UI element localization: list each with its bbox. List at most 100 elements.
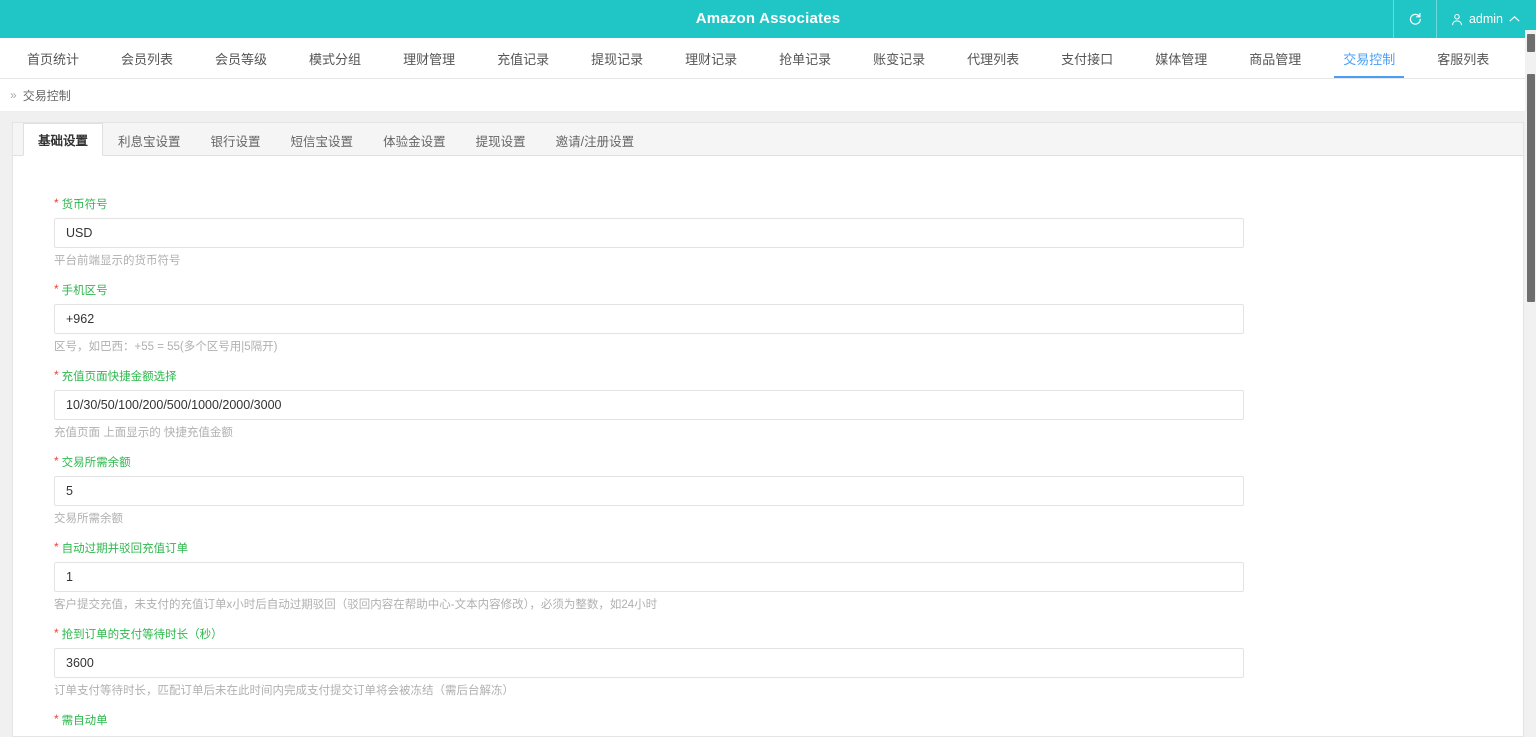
field-label-text: 手机区号 xyxy=(61,285,108,297)
field-input-3[interactable] xyxy=(54,476,1244,506)
settings-tab-4[interactable]: 体验金设置 xyxy=(368,123,461,156)
settings-tab-label: 体验金设置 xyxy=(383,134,446,149)
field-help-1: 区号，如巴西：+55 = 55(多个区号用|5隔开) xyxy=(54,341,278,353)
nav-item-4[interactable]: 理财管理 xyxy=(382,38,476,78)
settings-tab-label: 提现设置 xyxy=(475,134,526,149)
field-help-3: 交易所需余额 xyxy=(54,513,123,525)
settings-tab-3[interactable]: 短信宝设置 xyxy=(276,123,369,156)
field-input-4[interactable] xyxy=(54,562,1244,592)
chevron-up-icon xyxy=(1509,15,1520,23)
user-menu-button[interactable]: admin xyxy=(1435,0,1536,38)
nav-item-label: 充值记录 xyxy=(497,51,550,67)
nav-item-label: 商品管理 xyxy=(1249,51,1302,67)
field-help-2: 充值页面 上面显示的 快捷充值金额 xyxy=(54,427,233,439)
settings-tab-label: 银行设置 xyxy=(210,134,261,149)
form-field-4: *自动过期并驳回充值订单客户提交充值，未支付的充值订单x小时后自动过期驳回（驳回… xyxy=(13,540,1523,612)
nav-item-0[interactable]: 首页统计 xyxy=(6,38,100,78)
field-label-0: * 货币符号 xyxy=(54,197,1523,212)
nav-item-label: 首页统计 xyxy=(27,51,80,67)
scrollbar-thumb-upper[interactable] xyxy=(1527,34,1535,52)
field-input-1[interactable] xyxy=(54,304,1244,334)
nav-item-label: 模式分组 xyxy=(309,51,362,67)
settings-tab-label: 短信宝设置 xyxy=(290,134,354,149)
nav-item-11[interactable]: 支付接口 xyxy=(1040,38,1134,78)
field-label-6: * 需自动单 xyxy=(54,712,1523,728)
form-field-5: *抢到订单的支付等待时长（秒） 订单支付等待时长，匹配订单后未在此时间内完成支付提… xyxy=(13,627,1523,698)
settings-tab-label: 邀请/注册设置 xyxy=(555,134,635,149)
field-label-text: 抢到订单的支付等待时长（秒） xyxy=(61,629,223,641)
field-help-5: 订单支付等待时长，匹配订单后未在此时间内完成支付提交订单将会被冻结（需后台解冻） xyxy=(54,685,514,697)
nav-item-8[interactable]: 抢单记录 xyxy=(758,38,852,78)
required-marker-icon: * xyxy=(54,454,59,468)
settings-tab-0[interactable]: 基础设置 xyxy=(23,123,104,156)
nav-item-6[interactable]: 提现记录 xyxy=(570,38,664,78)
nav-item-14[interactable]: 交易控制 xyxy=(1322,38,1416,78)
content-area: 基础设置 利息宝设置 银行设置 短信宝设置 体验金设置 提现设置 邀请/注册设置 * 货币符号… xyxy=(0,112,1536,737)
nav-item-2[interactable]: 会员等级 xyxy=(194,38,288,78)
nav-item-label: 交易控制 xyxy=(1343,51,1396,67)
nav-item-1[interactable]: 会员列表 xyxy=(100,38,194,78)
refresh-icon xyxy=(1408,12,1422,26)
nav-item-label: 提现记录 xyxy=(591,51,644,67)
settings-tabs: 基础设置 利息宝设置 银行设置 短信宝设置 体验金设置 提现设置 邀请/注册设置 xyxy=(13,123,1523,156)
settings-tab-5[interactable]: 提现设置 xyxy=(461,123,541,156)
nav-item-9[interactable]: 账变记录 xyxy=(852,38,946,78)
nav-item-7[interactable]: 理财记录 xyxy=(664,38,758,78)
page-scrollbar[interactable] xyxy=(1525,0,1536,737)
header-actions: admin xyxy=(1392,0,1536,38)
form-field-1: *手机区号区号，如巴西：+55 = 55(多个区号用|5隔开) xyxy=(13,282,1523,354)
settings-tab-1[interactable]: 利息宝设置 xyxy=(103,123,196,156)
nav-item-3[interactable]: 模式分组 xyxy=(288,38,382,78)
form-field-2: *充值页面快捷金额选择充值页面 上面显示的 快捷充值金额 xyxy=(13,368,1523,440)
field-label-3: * 交易所需余额 xyxy=(54,454,1523,470)
settings-tab-2[interactable]: 银行设置 xyxy=(196,123,276,156)
refresh-button[interactable] xyxy=(1392,0,1436,38)
field-label-text: 交易所需余额 xyxy=(61,457,131,469)
nav-item-label: 理财管理 xyxy=(403,51,456,67)
required-marker-icon: * xyxy=(54,540,59,554)
nav-item-label: 会员列表 xyxy=(121,51,174,67)
field-label-5: * 抢到订单的支付等待时长（秒） xyxy=(54,627,1523,642)
required-marker-icon: * xyxy=(54,368,59,382)
breadcrumb: » 交易控制 xyxy=(0,79,1536,112)
nav-item-5[interactable]: 充值记录 xyxy=(476,38,570,78)
nav-item-label: 支付接口 xyxy=(1061,51,1114,67)
form-field-6: * 需自动单 xyxy=(13,712,1523,728)
nav-item-label: 代理列表 xyxy=(967,51,1020,67)
nav-item-15[interactable]: 客服列表 xyxy=(1416,38,1510,78)
field-label-1: * 手机区号 xyxy=(54,282,1523,298)
form-field-0: *货币符号平台前端显示的货币符号 xyxy=(13,197,1523,268)
main-navigation: 首页统计 会员列表 会员等级 模式分组 理财管理 充值记录 提现记录 理财记录 抢单记录 账变记录… xyxy=(0,38,1536,79)
settings-tab-label: 利息宝设置 xyxy=(118,134,181,149)
required-marker-icon: * xyxy=(54,282,59,296)
settings-panel: 基础设置 利息宝设置 银行设置 短信宝设置 体验金设置 提现设置 邀请/注册设置 * 货币符号… xyxy=(12,122,1524,737)
field-help-4: 客户提交充值，未支付的充值订单x小时后自动过期驳回（驳回内容在帮助中心-文本内容… xyxy=(54,599,658,611)
breadcrumb-current: 交易控制 xyxy=(22,88,71,103)
field-label-4: * 自动过期并驳回充值订单 xyxy=(54,540,1523,556)
nav-item-10[interactable]: 代理列表 xyxy=(946,38,1040,78)
field-input-2[interactable] xyxy=(54,390,1244,420)
scrollbar-thumb-main[interactable] xyxy=(1527,74,1535,302)
top-header-bar: Amazon Associates admin xyxy=(0,0,1536,38)
nav-item-12[interactable]: 媒体管理 xyxy=(1134,38,1228,78)
field-label-text: 货币符号 xyxy=(61,199,108,211)
field-input-5[interactable] xyxy=(54,648,1244,678)
username-label: admin xyxy=(1468,12,1503,26)
required-marker-icon: * xyxy=(54,712,59,726)
nav-item-13[interactable]: 商品管理 xyxy=(1228,38,1322,78)
user-icon xyxy=(1451,13,1463,26)
nav-item-label: 理财记录 xyxy=(685,51,738,67)
form-field-3: *交易所需余额交易所需余额 xyxy=(13,454,1523,526)
settings-tab-6[interactable]: 邀请/注册设置 xyxy=(541,123,649,156)
field-label-text: 需自动单 xyxy=(61,715,108,727)
field-label-text: 自动过期并驳回充值订单 xyxy=(61,543,189,555)
nav-item-label: 媒体管理 xyxy=(1155,51,1208,67)
nav-item-label: 账变记录 xyxy=(873,51,926,67)
app-title: Amazon Associates xyxy=(695,10,841,27)
scrollbar-track-top xyxy=(1525,0,1536,30)
nav-item-label: 会员等级 xyxy=(215,51,268,67)
nav-item-label: 抢单记录 xyxy=(779,51,832,67)
field-input-0[interactable] xyxy=(54,218,1244,248)
field-help-0: 平台前端显示的货币符号 xyxy=(54,255,181,267)
basic-settings-form: *货币符号平台前端显示的货币符号*手机区号区号，如巴西：+55 = 55(多个区… xyxy=(13,156,1523,736)
